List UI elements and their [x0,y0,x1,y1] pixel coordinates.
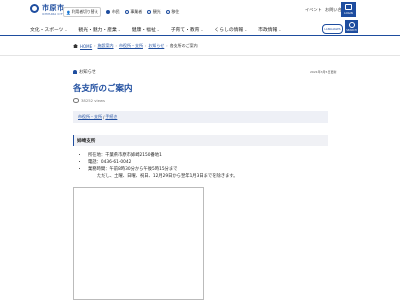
radio-citizen[interactable]: 市民 [106,9,120,15]
site-logo[interactable]: 市原市 [30,3,65,13]
branch-info: 所在地：千葉県市原市姉崎2150番地1 電話：0436-61-0042 業務時間… [84,152,238,180]
radio-dot-icon [106,10,111,14]
radio-label: 事業者 [130,9,143,14]
related-links: 市役所・支所 / 手続き [73,111,328,123]
radio-dot-icon [124,10,129,14]
radio-migration[interactable]: 移住 [165,9,180,15]
link-separator: / [103,114,105,120]
login-label: LOGIN [344,11,353,15]
global-nav: 文化・スポーツ ⌄ 観光・魅力・産業 ⌄ 健康・福祉 ⌄ 子育て・教育 ⌄ くらしの情報… [30,26,282,34]
breadcrumb: HOME › 施設案内 › 市役所・支所 › お知らせ › 各支所のご案内 [73,43,198,49]
radio-label: 市民 [111,9,120,14]
breadcrumb-separator: › [115,44,117,48]
info-hours-note: ただし、土曜、日曜、祝日、12月29日から翌年1月3日までを除きます。 [97,174,238,179]
search-button[interactable]: SEARCH [345,20,358,33]
search-icon [348,21,355,28]
site-header: 市原市 ICHIHARA CITY 👤 利用者切り替え 市民 事業者 観光 移住… [0,0,400,34]
chevron-down-icon: ⌄ [278,27,282,32]
login-button[interactable]: LOGIN [341,2,356,17]
category-text: お知らせ [79,70,97,75]
event-link[interactable]: イベント [305,7,322,13]
section-heading: 姉崎支所 [73,135,328,146]
breadcrumb-divider [0,55,400,56]
nav-item-culture[interactable]: 文化・スポーツ ⌄ [30,26,68,34]
updated-date: 2021年3月5日更新 [310,70,337,74]
info-hours: 業務時間：午前8時30分から午後5時15分まで [88,166,238,173]
chevron-down-icon: ⌄ [117,27,121,32]
nav-item-tourism[interactable]: 観光・魅力・産業 ⌄ [78,26,121,34]
chevron-down-icon: ⌄ [244,27,248,32]
user-icon: 👤 [66,9,71,15]
chevron-down-icon: ⌄ [64,27,68,32]
user-switch-button[interactable]: 👤 利用者切り替え [63,7,102,17]
nav-item-living[interactable]: くらしの情報 ⌄ [214,26,248,34]
breadcrumb-home[interactable]: HOME [80,44,92,49]
radio-dot-icon [165,10,170,14]
view-count: 38252 views [73,98,105,103]
page-title: 各支所のご案内 [73,84,133,94]
breadcrumb-cityhall[interactable]: 市役所・支所 [119,43,143,49]
related-link-procedures[interactable]: 手続き [105,114,117,120]
search-label: SEARCH [346,28,357,32]
home-icon [73,44,78,48]
breadcrumb-separator: › [166,44,168,48]
logo-text: 市原市 [42,4,65,12]
user-switch-label: 利用者切り替え [71,9,99,14]
breadcrumb-current: 各支所のご案内 [169,43,198,48]
chevron-down-icon: ⌄ [156,27,160,32]
info-address: 所在地：千葉県市原市姉崎2150番地1 [88,152,238,159]
languages-button[interactable]: LANGUAGES [322,24,343,34]
nav-item-cityinfo[interactable]: 市政情報 ⌄ [258,26,282,34]
info-phone: 電話：0436-61-0042 [88,159,238,166]
nav-item-education[interactable]: 子育て・教育 ⌄ [171,26,204,34]
breadcrumb-facilities[interactable]: 施設案内 [98,43,114,49]
radio-label: 移住 [171,9,180,14]
breadcrumb-separator: › [144,44,147,48]
radio-business[interactable]: 事業者 [124,9,143,15]
radio-dot-icon [147,10,152,14]
nav-item-health[interactable]: 健康・福祉 ⌄ [132,26,160,34]
user-switch-bar: 👤 利用者切り替え 市民 事業者 観光 移住 [63,7,179,17]
logo-subtext: ICHIHARA CITY [42,13,65,16]
nav-divider [0,35,400,36]
city-emblem-icon [30,3,39,13]
login-icon [345,4,352,10]
related-link-cityhall[interactable]: 市役所・支所 [78,114,102,120]
map-frame[interactable] [73,187,204,300]
radio-label: 観光 [152,9,161,14]
eye-icon [73,98,79,103]
breadcrumb-notices[interactable]: お知らせ [148,43,164,49]
bell-icon [73,70,77,74]
category-label: お知らせ [73,69,96,75]
breadcrumb-separator: › [94,44,96,48]
view-count-text: 38252 views [81,98,106,103]
chevron-down-icon: ⌄ [200,27,204,32]
radio-tourism[interactable]: 観光 [147,9,161,15]
